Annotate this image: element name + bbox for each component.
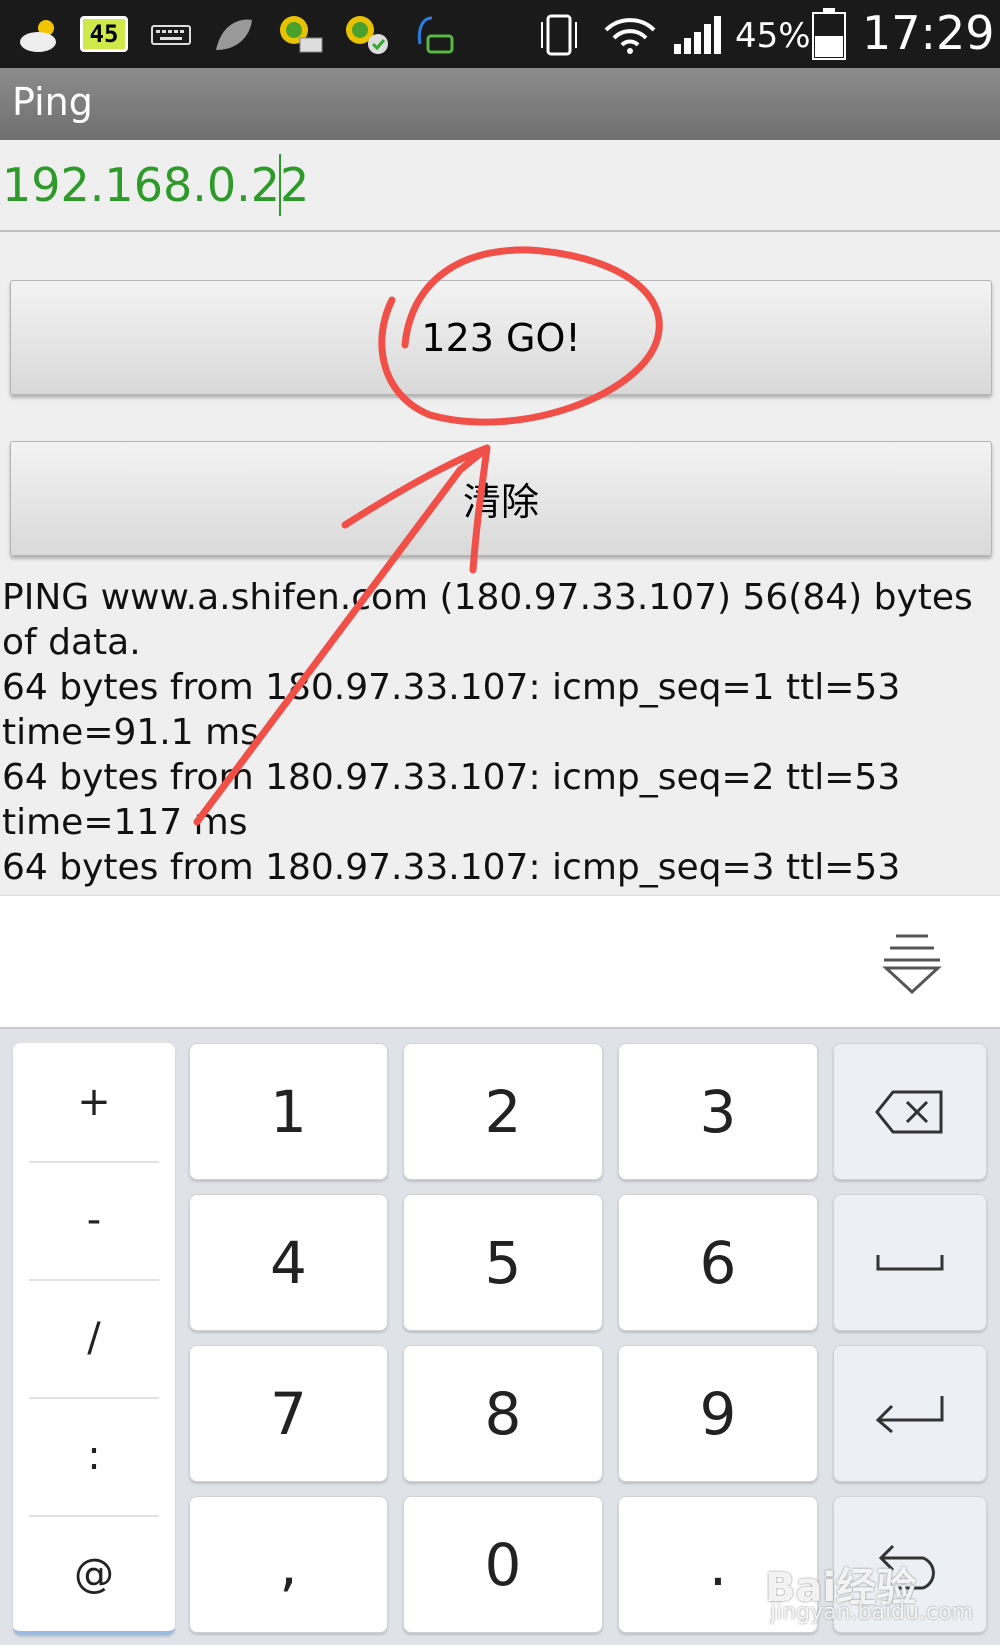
wifi-icon <box>604 18 656 54</box>
key-at[interactable]: @ <box>13 1515 175 1633</box>
badge-number: 45 <box>89 20 119 48</box>
symbol-column: + - / : @ <box>13 1043 175 1635</box>
battery-percent: 45% <box>735 16 811 56</box>
enter-icon <box>875 1395 944 1433</box>
keyboard-toolbar <box>0 895 1000 1027</box>
key-1[interactable]: 1 <box>189 1043 388 1180</box>
key-3[interactable]: 3 <box>618 1043 818 1180</box>
watermark-url: jingyan.baidu.com <box>770 1600 974 1625</box>
page-title: Ping <box>12 80 93 124</box>
keyboard-icon <box>151 25 191 45</box>
backspace-key[interactable] <box>833 1043 987 1180</box>
key-6[interactable]: 6 <box>618 1194 818 1331</box>
clock: 17:29 <box>862 6 995 60</box>
key-4[interactable]: 4 <box>189 1194 388 1331</box>
title-bar: Ping <box>0 68 1000 140</box>
output-line: PING www.a.shifen.com (180.97.33.107) 56… <box>2 577 973 663</box>
app-content: 123 GO! 清除 PING www.a.shifen.com (180.97… <box>0 140 1000 895</box>
key-0[interactable]: 0 <box>403 1496 603 1633</box>
battery-badge-icon: 45 <box>80 16 128 52</box>
clear-button[interactable]: 清除 <box>10 441 992 556</box>
key-9[interactable]: 9 <box>618 1345 818 1482</box>
key-plus[interactable]: + <box>13 1043 175 1161</box>
backspace-icon <box>875 1090 943 1133</box>
status-bar: 45 45% 17:29 <box>0 0 1000 68</box>
ping-output: PING www.a.shifen.com (180.97.33.107) 56… <box>0 575 1000 890</box>
key-comma[interactable]: , <box>189 1496 388 1633</box>
key-slash[interactable]: / <box>13 1279 175 1397</box>
output-line: 64 bytes from 180.97.33.107: icmp_seq=1 … <box>2 667 901 753</box>
key-7[interactable]: 7 <box>189 1345 388 1482</box>
key-2[interactable]: 2 <box>403 1043 603 1180</box>
mail-download-icon <box>280 16 323 53</box>
chat-icon <box>417 16 454 54</box>
leaf-icon <box>216 19 252 50</box>
key-minus[interactable]: - <box>13 1161 175 1279</box>
vibrate-icon <box>541 14 577 56</box>
text-cursor <box>279 154 281 216</box>
space-key[interactable] <box>833 1194 987 1331</box>
ip-address-input[interactable] <box>0 140 1000 232</box>
hide-keyboard-icon[interactable] <box>880 930 944 1000</box>
signal-icon <box>674 16 721 54</box>
weather-icon <box>20 20 56 52</box>
space-icon <box>876 1254 944 1270</box>
app-check-icon <box>346 16 388 54</box>
output-line: 64 bytes from 180.97.33.107: icmp_seq=3 … <box>2 847 901 888</box>
numeric-keyboard: + - / : @ 1 2 3 4 5 6 7 8 9 , 0 . <box>0 1027 1000 1645</box>
battery-icon <box>812 8 846 60</box>
enter-key[interactable] <box>833 1345 987 1482</box>
key-5[interactable]: 5 <box>403 1194 603 1331</box>
go-button[interactable]: 123 GO! <box>10 280 992 395</box>
key-colon[interactable]: : <box>13 1397 175 1515</box>
key-8[interactable]: 8 <box>403 1345 603 1482</box>
output-line: 64 bytes from 180.97.33.107: icmp_seq=2 … <box>2 757 901 843</box>
